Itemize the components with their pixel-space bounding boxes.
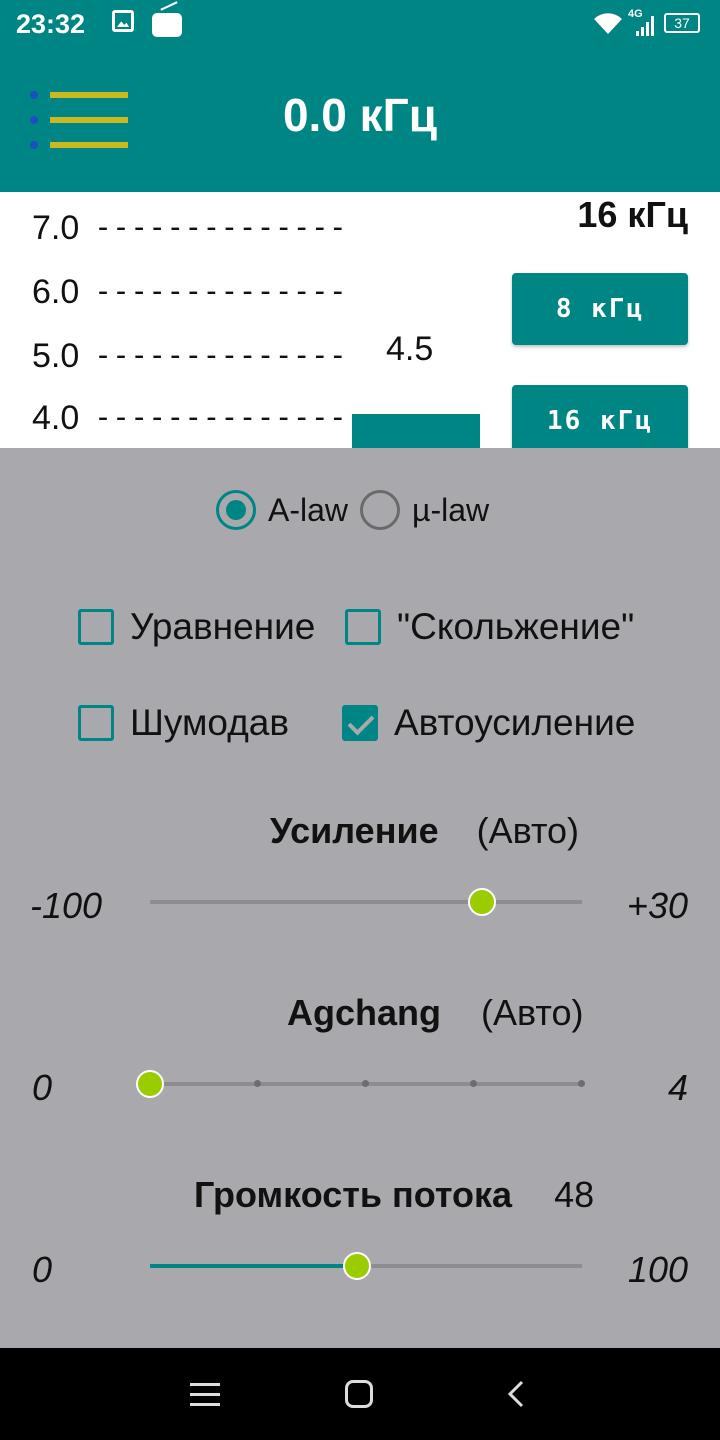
auto-gain-checkbox[interactable]	[342, 705, 378, 741]
gain-min-label: -100	[30, 885, 103, 926]
equalizer-label[interactable]: Уравнение	[130, 606, 315, 648]
agchang-tick	[578, 1080, 585, 1087]
volume-title-row: Громкость потока 48	[194, 1174, 594, 1216]
signal-icon	[636, 16, 658, 36]
codec-radio-group: A-law µ-law	[216, 490, 501, 530]
volume-slider-fill	[150, 1264, 358, 1268]
battery-icon: 37	[664, 13, 700, 33]
agchang-tick	[470, 1080, 477, 1087]
volume-min-label: 0	[32, 1249, 53, 1290]
status-time: 23:32	[16, 9, 86, 39]
scale-row: 5.0 --------------	[32, 336, 347, 376]
volume-value: 48	[554, 1174, 595, 1215]
rate-8khz-button[interactable]: 8 кГц	[512, 273, 688, 345]
scale-row: 4.0 --------------	[32, 398, 347, 438]
settings-panel: A-law µ-law Уравнение "Скольжение" Шумод…	[0, 448, 720, 1348]
alaw-label[interactable]: A-law	[268, 492, 348, 529]
app-bar: 0.0 кГц	[0, 50, 720, 192]
menu-bar-line	[50, 117, 128, 123]
menu-dot	[30, 141, 38, 149]
meter-level-bar	[352, 414, 480, 448]
agchang-slider-thumb[interactable]	[136, 1070, 164, 1098]
gain-title: Усиление	[270, 810, 439, 851]
scale-label: 5.0	[32, 336, 80, 375]
noise-suppression-checkbox[interactable]	[78, 705, 114, 741]
scale-label: 4.0	[32, 398, 80, 437]
equalizer-checkbox-item[interactable]: Уравнение	[78, 606, 315, 648]
agchang-title: Agchang	[287, 992, 442, 1033]
navigation-bar	[0, 1348, 720, 1440]
gain-slider-thumb[interactable]	[468, 888, 496, 916]
wifi-icon	[594, 13, 622, 35]
volume-slider-thumb[interactable]	[343, 1252, 372, 1280]
radio-icon	[152, 13, 182, 37]
scale-row: 6.0 --------------	[32, 272, 347, 312]
scale-dashes: --------------	[94, 274, 347, 309]
gain-mode: (Авто)	[476, 810, 580, 851]
status-bar: 23:32 4G 37	[0, 0, 720, 50]
menu-bar-line	[50, 92, 128, 98]
agchang-tick	[254, 1080, 261, 1087]
scale-row: 7.0 --------------	[32, 208, 347, 248]
back-button[interactable]	[506, 1380, 526, 1408]
level-meter: 7.0 -------------- 6.0 -------------- 5.…	[0, 192, 720, 448]
frequency-title: 0.0 кГц	[282, 89, 438, 141]
meter-value: 4.5	[386, 330, 434, 368]
sliding-checkbox[interactable]	[345, 609, 381, 645]
recent-apps-button[interactable]	[190, 1381, 220, 1407]
volume-title: Громкость потока	[194, 1174, 513, 1215]
volume-max-label: 100	[627, 1249, 688, 1290]
sliding-checkbox-item[interactable]: "Скольжение"	[345, 606, 634, 648]
scale-dashes: --------------	[94, 338, 347, 373]
agchang-mode: (Авто)	[481, 992, 584, 1033]
agchang-tick	[362, 1080, 369, 1087]
auto-gain-label[interactable]: Автоусиление	[394, 702, 635, 744]
home-button[interactable]	[345, 1380, 373, 1408]
scale-dashes: --------------	[94, 400, 347, 435]
auto-gain-checkbox-item[interactable]: Автоусиление	[342, 702, 635, 744]
menu-dot	[30, 91, 38, 99]
agchang-title-row: Agchang (Авто)	[287, 992, 583, 1034]
current-rate-label: 16 кГц	[577, 194, 688, 235]
menu-bar-line	[50, 142, 128, 148]
ulaw-radio[interactable]	[360, 490, 401, 530]
agchang-min-label: 0	[32, 1067, 53, 1108]
gain-slider-track[interactable]	[150, 900, 582, 904]
image-icon	[112, 10, 134, 32]
gain-max-label: +30	[626, 885, 688, 926]
agchang-max-label: 4	[667, 1067, 688, 1108]
ulaw-label[interactable]: µ-law	[412, 492, 489, 529]
alaw-radio[interactable]	[216, 490, 256, 530]
menu-dot	[30, 116, 38, 124]
gain-title-row: Усиление (Авто)	[270, 810, 579, 852]
hamburger-menu-button[interactable]	[26, 86, 136, 158]
scale-dashes: --------------	[94, 210, 347, 245]
rate-16khz-button[interactable]: 16 кГц	[512, 385, 688, 448]
equalizer-checkbox[interactable]	[78, 609, 114, 645]
noise-suppression-checkbox-item[interactable]: Шумодав	[78, 702, 289, 744]
noise-suppression-label[interactable]: Шумодав	[130, 702, 289, 744]
scale-label: 6.0	[32, 272, 80, 311]
sliding-label[interactable]: "Скольжение"	[397, 606, 634, 648]
scale-label: 7.0	[32, 208, 80, 247]
